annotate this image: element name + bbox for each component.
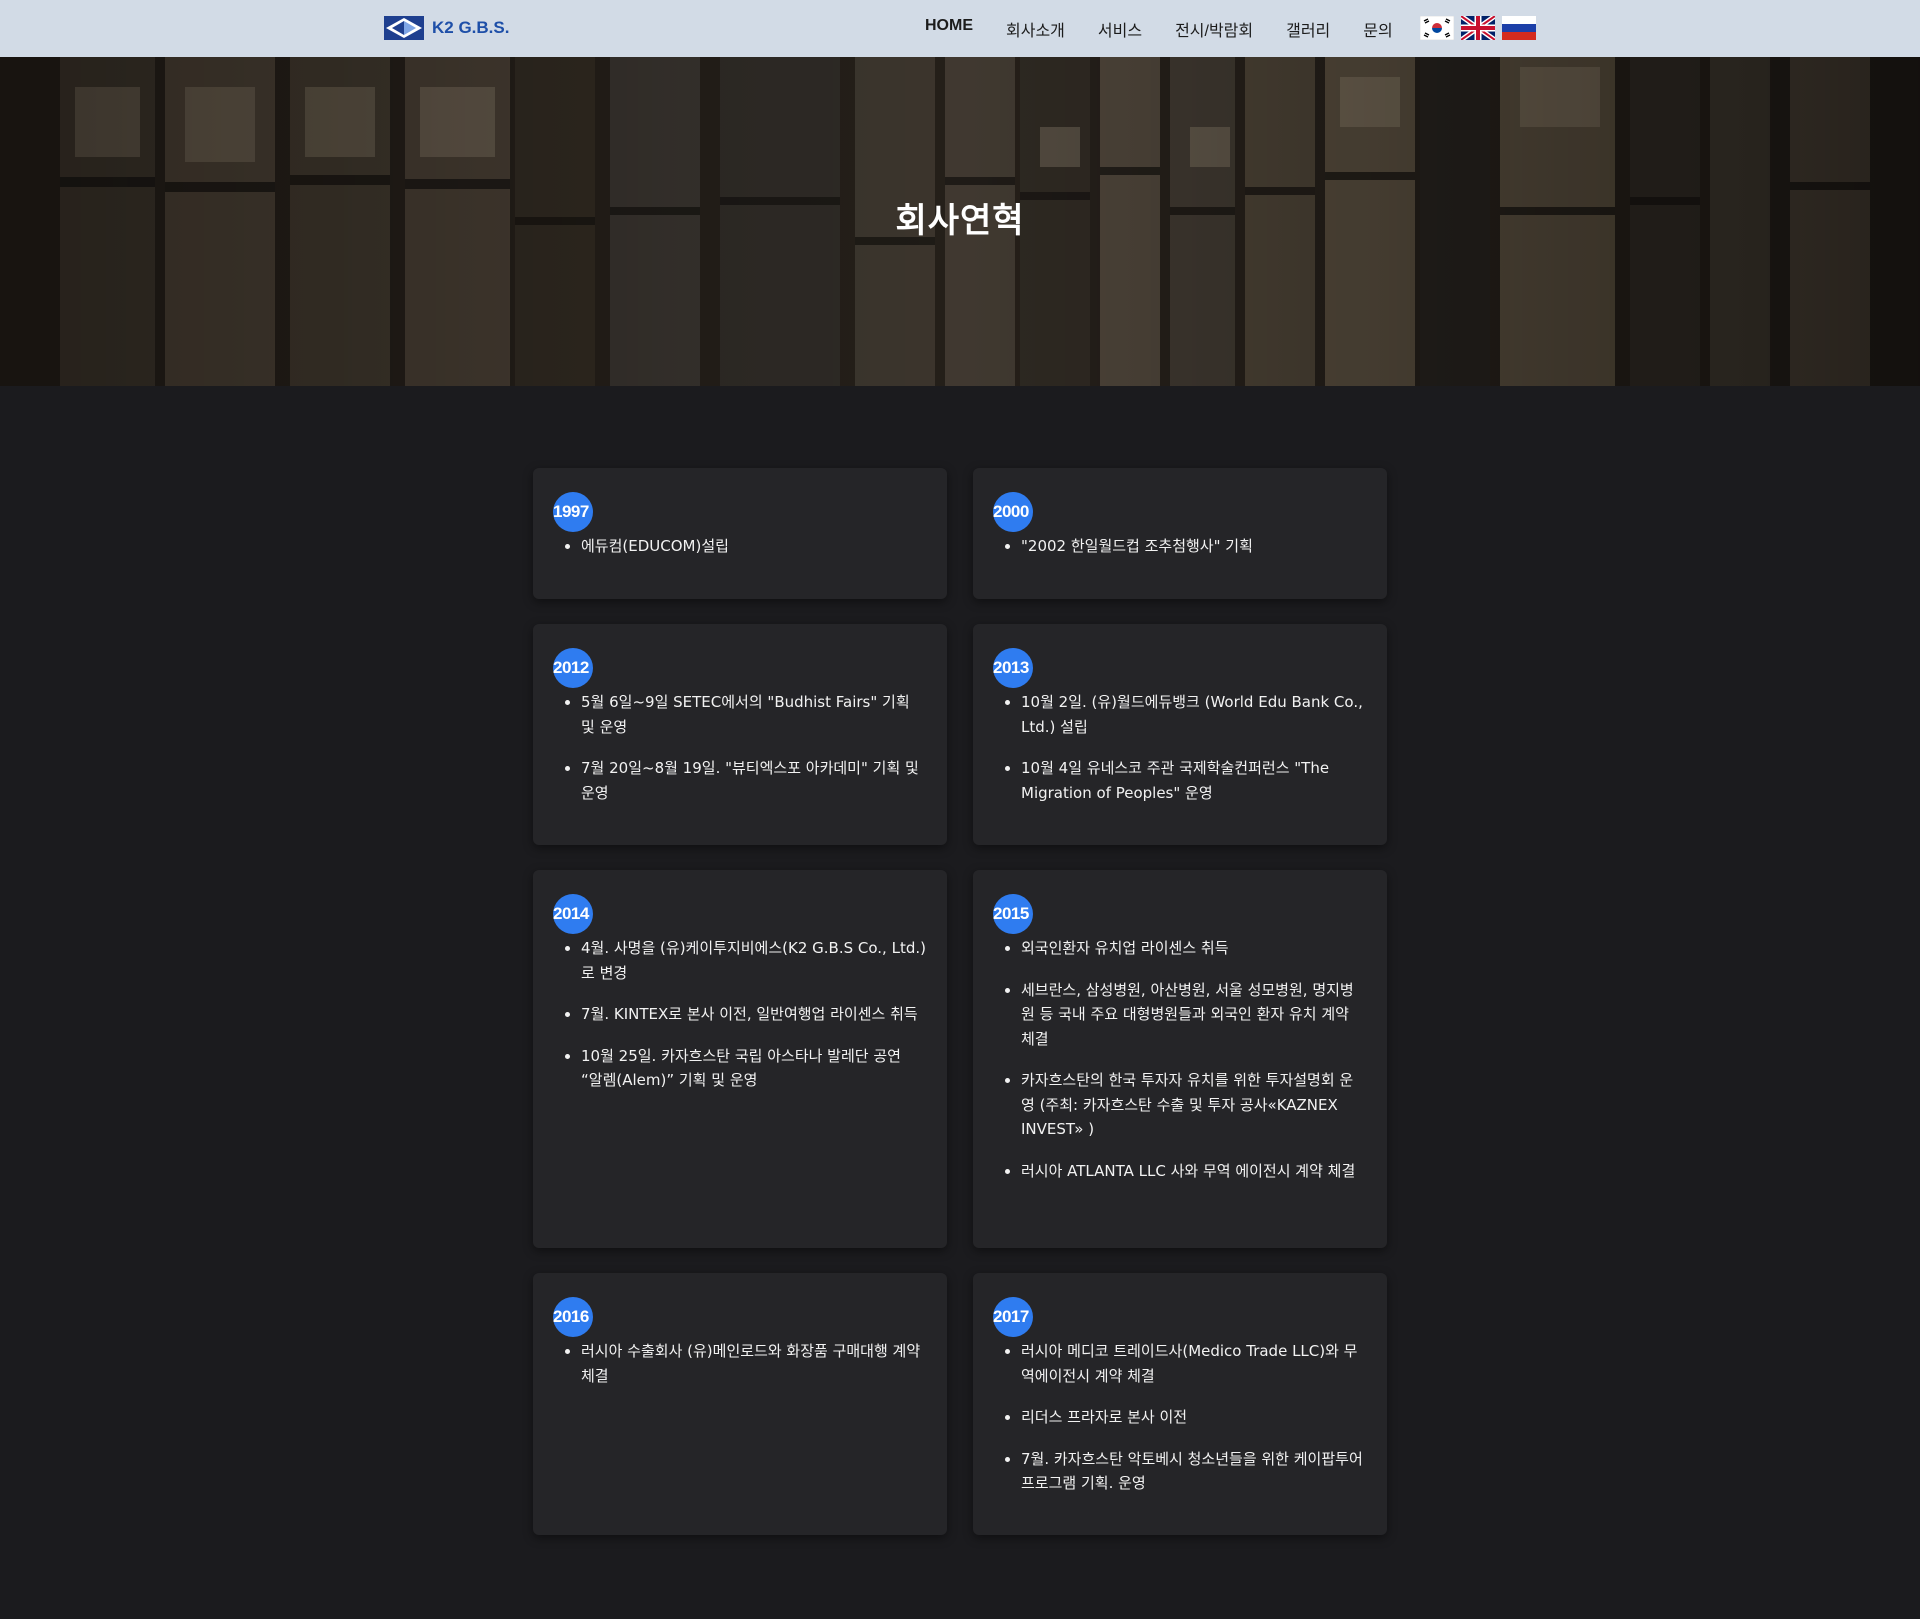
list-item: 리더스 프라자로 본사 이전	[1005, 1405, 1366, 1430]
list-item: 세브란스, 삼성병원, 아산병원, 서울 성모병원, 명지병원 등 국내 주요 …	[1005, 978, 1366, 1052]
brand-logo[interactable]: K2 G.B.S.	[384, 16, 509, 40]
uk-flag-icon[interactable]	[1461, 16, 1495, 40]
year-badge: 1997	[553, 492, 593, 532]
year-label: 1997	[553, 502, 589, 521]
list-item: 러시아 수출회사 (유)메인로드와 화장품 구매대행 계약 체결	[565, 1339, 926, 1388]
year-label: 2012	[553, 658, 589, 677]
list-item: 카자흐스탄의 한국 투자자 유치를 위한 투자설명회 운영 (주최: 카자흐스탄…	[1005, 1068, 1366, 1142]
russia-flag-icon[interactable]	[1502, 16, 1536, 40]
timeline-card-1997: 1997 에듀컴(EDUCOM)설립	[533, 468, 947, 599]
timeline-card-2013: 2013 10월 2일. (유)월드에듀뱅크 (World Edu Bank C…	[973, 624, 1387, 845]
year-label: 2016	[553, 1307, 589, 1326]
year-badge: 2016	[553, 1297, 593, 1337]
year-label: 2017	[993, 1307, 1029, 1326]
hero-banner: 회사연혁	[0, 57, 1920, 386]
year-badge: 2015	[993, 894, 1033, 934]
nav-item-services[interactable]: 서비스	[1098, 17, 1142, 41]
timeline-card-2012: 2012 5월 6일~9일 SETEC에서의 "Budhist Fairs" 기…	[533, 624, 947, 845]
year-badge: 2000	[993, 492, 1033, 532]
year-badge: 2012	[553, 648, 593, 688]
timeline-card-2016: 2016 러시아 수출회사 (유)메인로드와 화장품 구매대행 계약 체결	[533, 1273, 947, 1535]
year-label: 2015	[993, 904, 1029, 923]
brand-logo-icon	[384, 16, 424, 40]
timeline-card-2015: 2015 외국인환자 유치업 라이센스 취득 세브란스, 삼성병원, 아산병원,…	[973, 870, 1387, 1248]
list-item: 4월. 사명을 (유)케이투지비에스(K2 G.B.S Co., Ltd.)로 …	[565, 936, 926, 985]
list-item: 10월 4일 유네스코 주관 국제학술컨퍼런스 "The Migration o…	[1005, 756, 1366, 805]
event-list: 러시아 수출회사 (유)메인로드와 화장품 구매대행 계약 체결	[565, 1339, 926, 1405]
list-item: 에듀컴(EDUCOM)설립	[565, 534, 926, 559]
list-item: 러시아 ATLANTA LLC 사와 무역 에이전시 계약 체결	[1005, 1159, 1366, 1184]
year-label: 2014	[553, 904, 589, 923]
timeline-card-2017: 2017 러시아 메디코 트레이드사(Medico Trade LLC)와 무역…	[973, 1273, 1387, 1535]
timeline-card-2014: 2014 4월. 사명을 (유)케이투지비에스(K2 G.B.S Co., Lt…	[533, 870, 947, 1248]
list-item: 5월 6일~9일 SETEC에서의 "Budhist Fairs" 기획 및 운…	[565, 690, 926, 739]
list-item: "2002 한일월드컵 조추첨행사" 기획	[1005, 534, 1366, 559]
nav-item-exhibitions[interactable]: 전시/박람회	[1175, 17, 1253, 41]
event-list: 5월 6일~9일 SETEC에서의 "Budhist Fairs" 기획 및 운…	[565, 690, 926, 822]
list-item: 러시아 메디코 트레이드사(Medico Trade LLC)와 무역에이전시 …	[1005, 1339, 1366, 1388]
list-item: 10월 25일. 카자흐스탄 국립 아스타나 발레단 공연 “알렘(Alem)”…	[565, 1044, 926, 1093]
year-label: 2013	[993, 658, 1029, 677]
year-label: 2000	[993, 502, 1029, 521]
event-list: 10월 2일. (유)월드에듀뱅크 (World Edu Bank Co., L…	[1005, 690, 1366, 822]
year-badge: 2013	[993, 648, 1033, 688]
event-list: 에듀컴(EDUCOM)설립	[565, 534, 926, 576]
timeline-card-2000: 2000 "2002 한일월드컵 조추첨행사" 기획	[973, 468, 1387, 599]
language-switcher	[1420, 16, 1536, 40]
list-item: 7월. KINTEX로 본사 이전, 일반여행업 라이센스 취득	[565, 1002, 926, 1027]
brand-name: K2 G.B.S.	[432, 18, 510, 37]
nav-item-gallery[interactable]: 갤러리	[1286, 17, 1330, 41]
nav-item-contact[interactable]: 문의	[1363, 17, 1392, 41]
event-list: 외국인환자 유치업 라이센스 취득 세브란스, 삼성병원, 아산병원, 서울 성…	[1005, 936, 1366, 1200]
event-list: 4월. 사명을 (유)케이투지비에스(K2 G.B.S Co., Ltd.)로 …	[565, 936, 926, 1110]
year-badge: 2014	[553, 894, 593, 934]
list-item: 10월 2일. (유)월드에듀뱅크 (World Edu Bank Co., L…	[1005, 690, 1366, 739]
event-list: "2002 한일월드컵 조추첨행사" 기획	[1005, 534, 1366, 576]
page-title: 회사연혁	[895, 201, 1025, 241]
top-navigation-bar: K2 G.B.S. HOME 회사소개 서비스 전시/박람회 갤러리 문의	[0, 0, 1920, 57]
year-badge: 2017	[993, 1297, 1033, 1337]
nav-item-home[interactable]: HOME	[925, 17, 973, 41]
list-item: 7월 20일~8월 19일. "뷰티엑스포 아카데미" 기획 및 운영	[565, 756, 926, 805]
main-nav: HOME 회사소개 서비스 전시/박람회 갤러리 문의	[925, 17, 1426, 41]
list-item: 외국인환자 유치업 라이센스 취득	[1005, 936, 1366, 961]
nav-item-about[interactable]: 회사소개	[1006, 17, 1065, 41]
event-list: 러시아 메디코 트레이드사(Medico Trade LLC)와 무역에이전시 …	[1005, 1339, 1366, 1513]
korea-flag-icon[interactable]	[1420, 16, 1454, 40]
list-item: 7월. 카자흐스탄 악토베시 청소년들을 위한 케이팝투어 프로그램 기획. 운…	[1005, 1447, 1366, 1496]
